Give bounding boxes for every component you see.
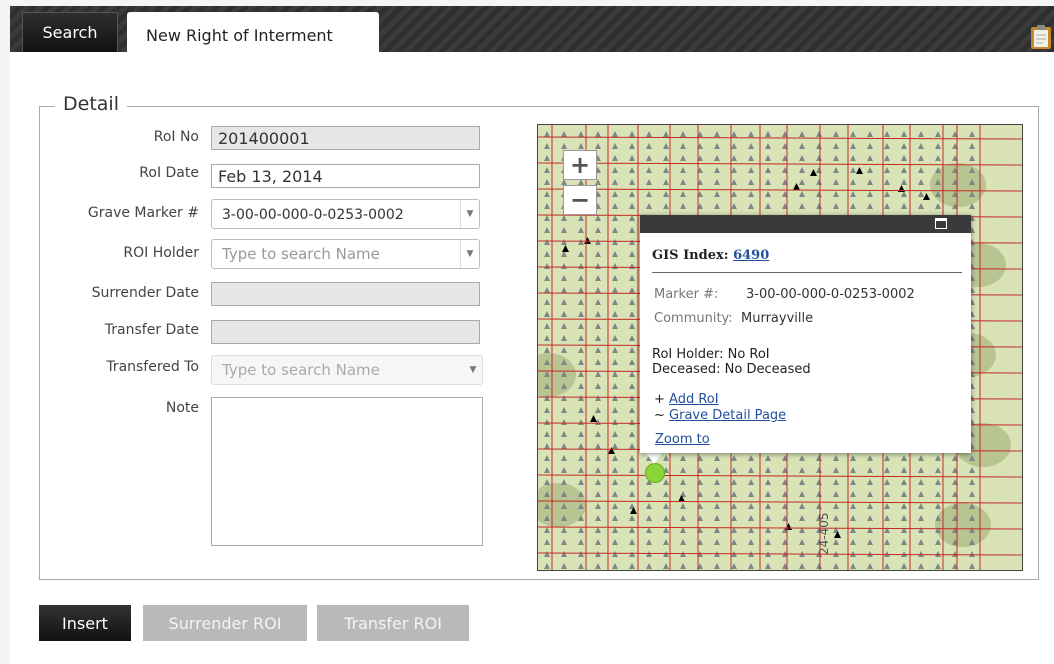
roi-holder-text: RoI Holder: No RoI: [652, 347, 770, 362]
popup-pointer: [645, 452, 663, 464]
detail-legend: Detail: [55, 93, 127, 115]
deceased-text: Deceased: No Deceased: [652, 362, 811, 377]
tab-search[interactable]: Search: [22, 12, 118, 52]
roi-no-field: 201400001: [211, 126, 480, 150]
top-tab-bar: Search New Right of Interment: [10, 6, 1054, 58]
road-label: 24-405: [817, 512, 831, 555]
gis-index-link[interactable]: 6490: [733, 248, 769, 263]
maximize-icon[interactable]: [935, 218, 947, 229]
grave-marker-label: Grave Marker #: [87, 205, 199, 221]
grave-marker-select[interactable]: 3-00-00-000-0-0253-0002 ▼: [211, 199, 480, 229]
chevron-down-icon: ▼: [469, 365, 477, 375]
grave-detail-link[interactable]: Grave Detail Page: [669, 408, 786, 423]
surrender-date-field: [211, 282, 480, 306]
gis-index-label: GIS Index:: [652, 248, 729, 263]
chevron-down-icon[interactable]: ▼: [460, 200, 479, 228]
note-textarea[interactable]: [211, 397, 483, 546]
add-roi-link[interactable]: Add RoI: [669, 392, 719, 407]
roi-holder-placeholder: Type to search Name: [222, 245, 380, 263]
grave-prefix: ~: [654, 408, 665, 423]
gis-info-popup: GIS Index: 6490 Marker #: 3-00-00-000-0-…: [640, 215, 971, 453]
roi-date-field[interactable]: Feb 13, 2014: [211, 164, 480, 188]
community-value: Murrayville: [741, 311, 814, 326]
community-key: Community:: [654, 311, 733, 326]
transfered-to-label: Transfered To: [106, 359, 199, 375]
marker-key: Marker #:: [654, 287, 719, 302]
surrender-date-label: Surrender Date: [91, 285, 199, 301]
tab-new-label: New Right of Interment: [146, 25, 333, 45]
grave-detail-row: ~ Grave Detail Page: [654, 408, 786, 423]
zoom-out-button[interactable]: −: [563, 185, 597, 215]
roi-no-label: RoI No: [153, 129, 199, 145]
zoom-to-row: Zoom to: [655, 432, 710, 447]
transfer-date-label: Transfer Date: [104, 322, 199, 338]
popup-header: [640, 215, 971, 233]
tab-search-label: Search: [42, 23, 98, 42]
transfered-to-placeholder: Type to search Name: [222, 361, 380, 379]
surrender-roi-button: Surrender ROI: [143, 605, 307, 641]
selected-grave-marker[interactable]: [645, 463, 665, 483]
note-label: Note: [165, 400, 199, 416]
popup-divider: [652, 272, 962, 273]
add-roi-row: + Add RoI: [654, 392, 719, 407]
transfer-date-field: [211, 320, 480, 344]
add-prefix: +: [654, 392, 665, 407]
transfer-roi-button: Transfer ROI: [317, 605, 469, 641]
transfered-to-input: Type to search Name ▼: [211, 355, 483, 385]
zoom-to-link[interactable]: Zoom to: [655, 432, 710, 447]
zoom-in-button[interactable]: +: [563, 150, 597, 180]
roi-date-label: RoI Date: [139, 165, 199, 181]
roi-holder-input[interactable]: Type to search Name ▼: [211, 239, 480, 269]
insert-button[interactable]: Insert: [39, 605, 131, 641]
clipboard-icon[interactable]: [1030, 24, 1052, 50]
grave-marker-value: 3-00-00-000-0-0253-0002: [222, 207, 404, 223]
gis-index-title: GIS Index: 6490: [652, 248, 769, 263]
roi-holder-label: ROI Holder: [123, 245, 199, 261]
marker-value: 3-00-00-000-0-0253-0002: [746, 287, 915, 302]
chevron-down-icon[interactable]: ▼: [460, 240, 479, 268]
